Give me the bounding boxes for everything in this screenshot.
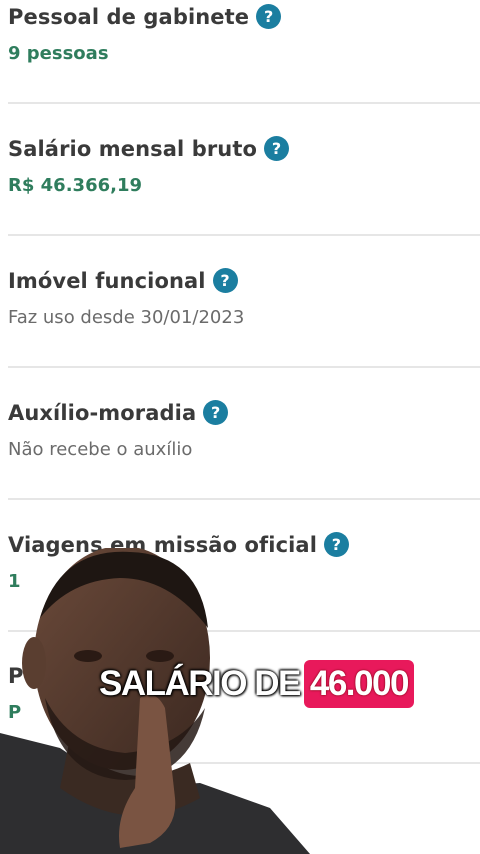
field-title-row: Pessoal de gabinete ? bbox=[8, 4, 480, 29]
field-value: Faz uso desde 30/01/2023 bbox=[8, 307, 245, 328]
field-title-row: Imóvel funcional ? bbox=[8, 268, 480, 293]
field-title: Salário mensal bruto bbox=[8, 136, 258, 161]
field-value: Não recebe o auxílio bbox=[8, 439, 193, 460]
eye-shape bbox=[74, 650, 102, 662]
divider bbox=[8, 498, 480, 500]
field-value: 9 pessoas bbox=[8, 43, 109, 64]
field-housing: Imóvel funcional ? Faz uso desde 30/01/2… bbox=[0, 268, 480, 328]
caption-highlight: 46.000 bbox=[303, 660, 414, 708]
caption-text: SALÁRIO DE bbox=[99, 664, 301, 703]
page: Pessoal de gabinete ? 9 pessoas Salário … bbox=[0, 0, 480, 854]
help-icon[interactable]: ? bbox=[203, 400, 229, 425]
help-icon[interactable]: ? bbox=[256, 4, 282, 29]
field-value: R$ 46.366,19 bbox=[8, 175, 142, 196]
field-title: Pessoal de gabinete bbox=[8, 4, 250, 29]
field-housing-allowance: Auxílio-moradia ? Não recebe o auxílio bbox=[0, 400, 480, 460]
divider bbox=[8, 234, 480, 236]
field-title: Imóvel funcional bbox=[8, 268, 206, 293]
field-title: Auxílio-moradia bbox=[8, 400, 197, 425]
help-icon[interactable]: ? bbox=[264, 136, 290, 161]
field-salary: Salário mensal bruto ? R$ 46.366,19 bbox=[0, 136, 480, 196]
video-caption: SALÁRIO DE 46.000 bbox=[99, 655, 414, 713]
field-title-row: Salário mensal bruto ? bbox=[8, 136, 480, 161]
ear-shape bbox=[22, 637, 46, 689]
help-icon[interactable]: ? bbox=[324, 532, 349, 557]
help-icon[interactable]: ? bbox=[212, 268, 238, 293]
field-staff: Pessoal de gabinete ? 9 pessoas bbox=[0, 4, 480, 64]
divider bbox=[8, 102, 480, 104]
field-title-row: Auxílio-moradia ? bbox=[8, 400, 480, 425]
divider bbox=[8, 366, 480, 368]
